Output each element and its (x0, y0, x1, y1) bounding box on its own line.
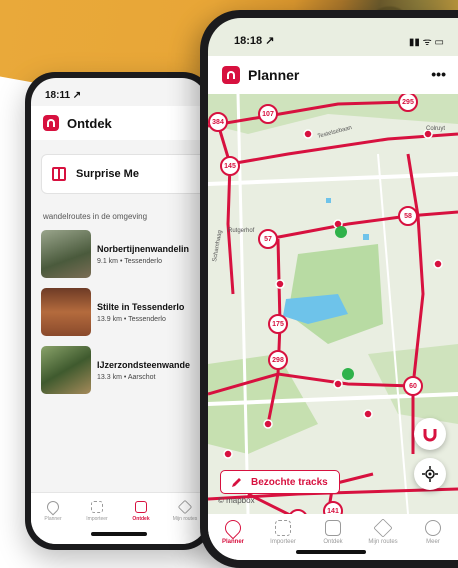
surprise-me-label: Surprise Me (76, 168, 139, 180)
tab-label: Importeer (86, 516, 108, 522)
home-indicator (296, 550, 366, 554)
star-icon (373, 518, 393, 538)
node-label: 58 (404, 213, 412, 220)
checkpoint-icon (335, 226, 347, 238)
planner-screen: 18:18 ↗ ▮▮ ᯤ ▭ Planner ••• 384 107 295 1… (208, 18, 458, 560)
map-pin-icon (221, 516, 245, 540)
status-icons: ▮▮ ᯤ ▭ (408, 37, 444, 48)
visited-tracks-button[interactable]: Bezochte tracks (220, 470, 340, 494)
place-label: Rutgerhof (228, 228, 255, 234)
tab-label: Planner (221, 539, 244, 545)
route-name: IJzerzondsteenwande (97, 359, 191, 370)
route-meta: 13.3 km • Aarschot (97, 373, 156, 381)
phone-ontdek: 18:11 ↗ Ontdek Surprise Me wandelroutes … (25, 72, 213, 550)
route-meta: 13.9 km • Tessenderlo (97, 315, 166, 323)
page-title: Planner (248, 67, 300, 83)
place-label: Colruyt (426, 126, 445, 132)
route-meta: 9.1 km • Tessenderlo (97, 257, 162, 265)
tab-importeer[interactable]: Importeer (261, 520, 305, 560)
route-thumbnail (41, 346, 91, 394)
node-label: 175 (272, 321, 284, 328)
gift-icon (52, 167, 66, 181)
scan-icon (275, 520, 291, 536)
node-label: 295 (402, 99, 414, 106)
tab-mijn-routes[interactable]: Mijn routes (168, 499, 202, 544)
section-heading: wandelroutes in de omgeving (43, 212, 148, 221)
tab-ontdek[interactable]: Ontdek (124, 501, 158, 544)
map-grid-icon (325, 520, 341, 536)
route-thumbnail (41, 288, 91, 336)
pencil-icon (232, 478, 241, 487)
pond (363, 234, 369, 240)
ontdek-screen: 18:11 ↗ Ontdek Surprise Me wandelroutes … (31, 78, 207, 544)
checkpoint-icon (342, 368, 354, 380)
route-card[interactable]: IJzerzondsteenwande 13.3 km • Aarschot (41, 346, 207, 394)
tab-importeer[interactable]: Importeer (80, 501, 114, 544)
tab-label: Mijn routes (368, 539, 398, 545)
crosshair-icon (422, 466, 438, 482)
route-name: Stilte in Tessenderlo (97, 301, 185, 312)
tab-planner[interactable]: Planner (211, 516, 255, 560)
scan-icon (91, 501, 103, 513)
app-bar: Ontdek (31, 106, 207, 140)
route-map[interactable]: 384 107 295 145 57 58 175 298 60 344 141… (208, 94, 458, 514)
more-menu-button[interactable]: ••• (431, 66, 446, 82)
tab-ontdek[interactable]: Ontdek (311, 520, 355, 560)
tab-bar: Planner Importeer Ontdek Mijn routes (31, 492, 207, 544)
phone-planner: 18:18 ↗ ▮▮ ᯤ ▭ Planner ••• 384 107 295 1… (200, 10, 458, 568)
tab-label: Importeer (270, 539, 296, 545)
tab-mijn-routes[interactable]: Mijn routes (361, 518, 405, 560)
route-card[interactable]: Stilte in Tessenderlo 13.9 km • Tessende… (41, 288, 207, 336)
map-attribution[interactable]: © mapbox (218, 496, 255, 505)
tab-planner[interactable]: Planner (36, 498, 70, 544)
surprise-me-button[interactable]: Surprise Me (41, 154, 207, 194)
node-label: 298 (272, 357, 284, 364)
map-grid-icon (135, 501, 147, 513)
status-time: 18:11 ↗ (45, 90, 82, 101)
app-logo-icon (43, 115, 59, 131)
tab-label: Mijn routes (172, 516, 198, 522)
tab-label: Meer (426, 539, 440, 545)
map-pin-icon (44, 498, 62, 516)
tab-label: Ontdek (132, 516, 150, 522)
status-time: 18:18 ↗ (234, 35, 275, 47)
home-indicator (91, 532, 147, 536)
tab-meer[interactable]: Meer (411, 520, 455, 560)
route-thumbnail (41, 230, 91, 278)
magnet-icon (423, 429, 437, 442)
node-label: 145 (224, 163, 236, 170)
route-card[interactable]: Norbertijnenwandelin 9.1 km • Tessenderl… (41, 230, 207, 278)
visited-tracks-label: Bezochte tracks (251, 476, 328, 488)
node-label: 57 (264, 236, 272, 243)
node-label: 60 (409, 383, 417, 390)
page-title: Ontdek (67, 115, 112, 131)
tab-label: Ontdek (323, 539, 343, 545)
tab-label: Planner (44, 516, 62, 522)
magnet-button[interactable] (414, 418, 446, 450)
more-circle-icon (425, 520, 441, 536)
locate-button[interactable] (414, 458, 446, 490)
pond (326, 198, 331, 203)
star-icon (177, 499, 193, 515)
node-label: 384 (212, 119, 224, 126)
route-name: Norbertijnenwandelin (97, 243, 190, 254)
app-logo-icon (222, 66, 240, 84)
app-bar: Planner ••• (208, 56, 458, 94)
node-label: 107 (262, 111, 274, 118)
